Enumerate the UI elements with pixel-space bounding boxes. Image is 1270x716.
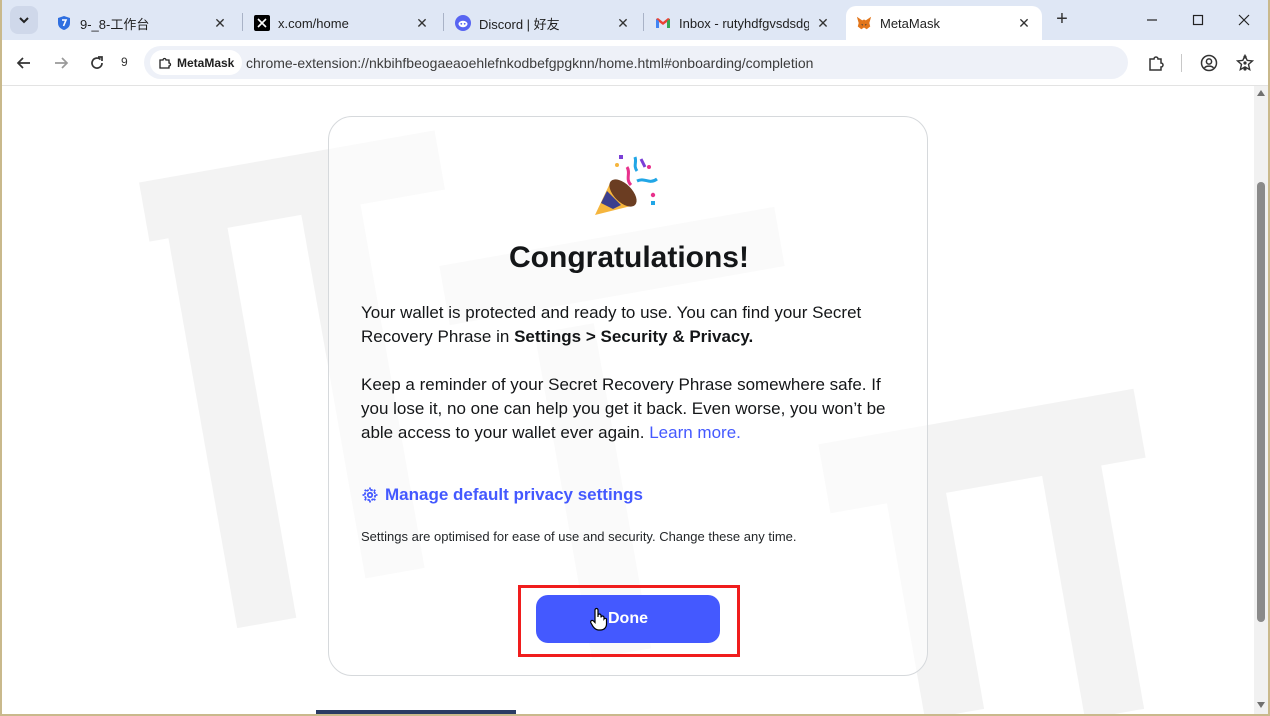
tab-title: MetaMask xyxy=(880,15,940,31)
tab-separator xyxy=(643,13,644,31)
close-icon[interactable]: ✕ xyxy=(615,15,631,32)
browser-window: 9-_8-工作台 ✕ x.com/home ✕ Discord | 好友 ✕ I… xyxy=(2,0,1268,714)
tab-title: x.com/home xyxy=(278,15,349,31)
profile-button[interactable] xyxy=(1197,51,1221,75)
arrow-right-icon xyxy=(55,57,69,69)
tab-metamask[interactable]: MetaMask ✕ xyxy=(846,6,1042,40)
shield-icon xyxy=(56,15,72,31)
arrow-left-icon xyxy=(16,57,30,69)
chevron-down-icon xyxy=(19,17,29,24)
toolbar-divider xyxy=(1181,54,1182,72)
url-text[interactable]: chrome-extension://nkbihfbeogaeaoehlefnk… xyxy=(246,55,813,71)
minimize-button[interactable] xyxy=(1132,6,1172,34)
close-icon[interactable]: ✕ xyxy=(815,15,831,32)
discord-icon xyxy=(455,15,471,31)
reload-badge: 9 xyxy=(121,55,128,69)
reload-button[interactable] xyxy=(85,51,109,75)
settings-path-text: Settings > Security & Privacy. xyxy=(514,327,754,346)
tab-discord[interactable]: Discord | 好友 ✕ xyxy=(445,6,641,40)
reminder-paragraph: Keep a reminder of your Secret Recovery … xyxy=(361,373,901,445)
completion-card: Congratulations! Your wallet is protecte… xyxy=(328,116,928,676)
kebab-menu-icon xyxy=(1243,55,1247,71)
close-icon[interactable]: ✕ xyxy=(212,15,228,32)
x-logo-icon xyxy=(254,15,270,31)
site-chip-label: MetaMask xyxy=(177,55,235,70)
metamask-fox-icon xyxy=(856,15,872,31)
forward-button[interactable] xyxy=(49,51,73,75)
gmail-icon xyxy=(655,15,671,31)
tab-search-button[interactable] xyxy=(10,6,38,34)
reminder-text: Keep a reminder of your Secret Recovery … xyxy=(361,375,886,442)
extensions-button[interactable] xyxy=(1144,51,1168,75)
tab-x[interactable]: x.com/home ✕ xyxy=(244,6,440,40)
tab-gmail[interactable]: Inbox - rutyhdfgvsdsdgd ✕ xyxy=(645,6,841,40)
settings-note: Settings are optimised for ease of use a… xyxy=(361,529,797,544)
tab-title: 9-_8-工作台 xyxy=(80,16,150,32)
address-bar[interactable]: MetaMask chrome-extension://nkbihfbeogae… xyxy=(144,46,1254,79)
scroll-up-arrow-icon[interactable] xyxy=(1257,90,1265,96)
profile-icon xyxy=(1200,54,1218,72)
manage-privacy-label: Manage default privacy settings xyxy=(385,485,643,504)
tab-separator xyxy=(242,13,243,31)
close-icon xyxy=(1238,14,1250,26)
taskbar-strip xyxy=(316,710,516,714)
scroll-down-arrow-icon[interactable] xyxy=(1257,702,1265,708)
puzzle-icon xyxy=(1149,56,1164,71)
manage-privacy-settings-link[interactable]: Manage default privacy settings xyxy=(361,485,643,505)
menu-button[interactable] xyxy=(1233,51,1257,75)
tab-workbench[interactable]: 9-_8-工作台 ✕ xyxy=(46,6,238,40)
learn-more-link[interactable]: Learn more. xyxy=(649,423,741,442)
page-content: Congratulations! Your wallet is protecte… xyxy=(2,86,1254,714)
site-info-chip[interactable]: MetaMask xyxy=(150,50,243,75)
window-close-button[interactable] xyxy=(1224,6,1264,34)
reload-icon xyxy=(91,56,103,69)
tab-title: Inbox - rutyhdfgvsdsdgd xyxy=(679,15,809,31)
new-tab-button[interactable]: + xyxy=(1050,8,1074,32)
back-button[interactable] xyxy=(12,51,36,75)
vertical-scrollbar[interactable] xyxy=(1254,86,1268,714)
maximize-icon xyxy=(1192,14,1204,26)
close-icon[interactable]: ✕ xyxy=(414,15,430,32)
scroll-thumb[interactable] xyxy=(1257,182,1265,622)
extension-icon xyxy=(159,57,172,69)
minimize-icon xyxy=(1147,19,1157,21)
party-popper-icon xyxy=(595,155,658,215)
page-title: Congratulations! xyxy=(509,241,749,274)
tab-title: Discord | 好友 xyxy=(479,16,560,32)
gear-icon xyxy=(362,487,378,503)
maximize-button[interactable] xyxy=(1178,6,1218,34)
close-icon[interactable]: ✕ xyxy=(1016,15,1032,32)
tab-separator xyxy=(443,13,444,31)
tab-strip: 9-_8-工作台 ✕ x.com/home ✕ Discord | 好友 ✕ I… xyxy=(2,0,1268,40)
highlight-box xyxy=(518,585,740,657)
browser-toolbar: 9 MetaMask chrome-extension://nkbihfbeog… xyxy=(2,40,1268,86)
intro-paragraph: Your wallet is protected and ready to us… xyxy=(361,301,901,349)
hand-cursor-icon xyxy=(590,607,608,631)
